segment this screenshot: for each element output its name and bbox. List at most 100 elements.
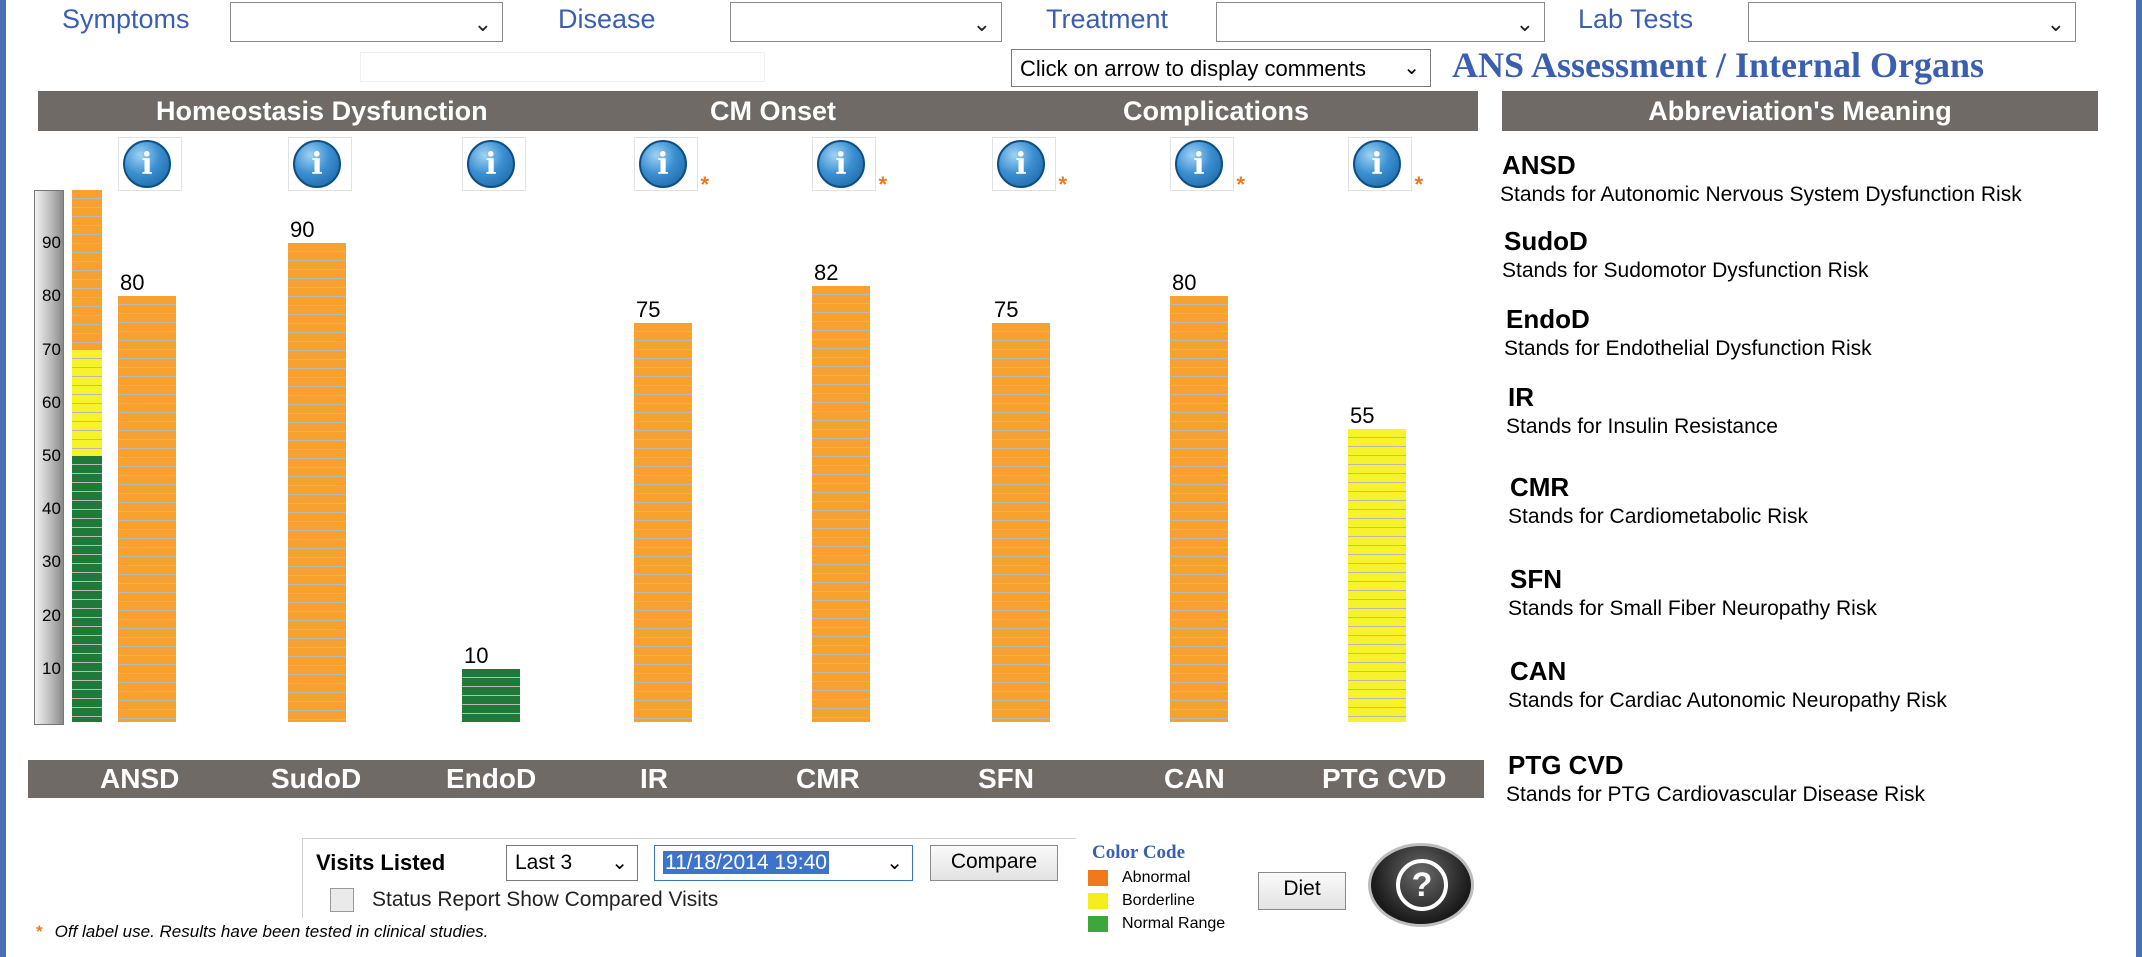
status-report-label: Status Report Show Compared Visits <box>372 888 719 911</box>
scale-borderline-strip <box>72 349 102 456</box>
info-icon <box>123 140 171 188</box>
info-icon <box>293 140 341 188</box>
visit-date-value: 11/18/2014 19:40 <box>663 851 829 874</box>
chevron-down-icon: ⌄ <box>611 852 628 874</box>
section-header-bar: Homeostasis Dysfunction CM Onset Complic… <box>38 91 1478 131</box>
bar-value-label: 80 <box>120 270 145 296</box>
abbreviation-code: EndoD <box>1506 304 1590 334</box>
bar-ir <box>634 323 692 722</box>
category-footer-bar: ANSD SudoD EndoD IR CMR SFN CAN PTG CVD <box>28 760 1484 798</box>
legend-label: Borderline <box>1122 892 1195 909</box>
scale-tick-label: 10 <box>42 658 61 678</box>
chevron-down-icon: ⌄ <box>2046 11 2065 36</box>
help-button[interactable]: ? <box>1368 843 1474 927</box>
bar-value-label: 75 <box>994 297 1019 322</box>
bar-value-label: 75 <box>636 297 661 322</box>
info-button-sfn[interactable]: * <box>992 137 1067 197</box>
scale-tick-label: 70 <box>42 339 61 359</box>
abbreviation-description: Stands for Cardiometabolic Risk <box>1508 505 1808 528</box>
treatment-dropdown[interactable]: ⌄ <box>1216 2 1545 42</box>
asterisk-icon: * <box>1058 172 1067 197</box>
category-label-ptg-cvd: PTG CVD <box>1322 763 1447 794</box>
category-label-can: CAN <box>1164 763 1225 794</box>
info-icon <box>997 140 1045 188</box>
disease-label: Disease <box>558 4 656 34</box>
scale-tick-label: 80 <box>42 286 61 306</box>
abbreviation-description: Stands for Small Fiber Neuropathy Risk <box>1508 597 1877 620</box>
abbreviation-code: SudoD <box>1504 226 1588 256</box>
legend-label: Normal Range <box>1122 915 1226 932</box>
asterisk-icon: * <box>878 172 887 197</box>
asterisk-icon: * <box>1236 172 1245 197</box>
info-button-ansd[interactable] <box>118 137 182 191</box>
visits-count-value: Last 3 <box>515 851 573 874</box>
section-cm-onset: CM Onset <box>710 96 837 126</box>
bar-sudod <box>288 243 346 722</box>
section-complications: Complications <box>1123 96 1310 126</box>
blank-field <box>360 52 765 82</box>
bar-value-label: 90 <box>290 217 315 243</box>
abbreviation-code: SFN <box>1510 564 1562 594</box>
bar-value-label: 10 <box>464 642 489 668</box>
off-label-text: Off label use. Results have been tested … <box>54 922 489 941</box>
section-homeostasis: Homeostasis Dysfunction <box>156 96 488 126</box>
scale-tick-label: 30 <box>42 552 61 572</box>
legend-swatch <box>1088 870 1108 886</box>
bar-value-label: 80 <box>1172 270 1197 296</box>
disease-dropdown[interactable]: ⌄ <box>730 2 1002 42</box>
question-icon: ? <box>1396 859 1448 911</box>
category-label-endod: EndoD <box>446 763 537 794</box>
bar-cmr <box>812 285 870 722</box>
category-label-sudod: SudoD <box>271 763 362 794</box>
abbreviation-code: PTG CVD <box>1508 750 1624 780</box>
bar-ptg-cvd <box>1348 429 1406 722</box>
chevron-down-icon: ⌄ <box>886 852 903 874</box>
scale-tick-label: 50 <box>42 446 61 465</box>
asterisk-icon: * <box>1414 172 1423 197</box>
info-button-sudod[interactable] <box>288 137 352 191</box>
comments-dropdown[interactable]: Click on arrow to display comments ⌄ <box>1011 49 1431 87</box>
lab-tests-label: Lab Tests <box>1578 4 1694 34</box>
category-label-sfn: SFN <box>978 763 1034 794</box>
symptoms-label: Symptoms <box>62 4 190 34</box>
scale-normal-strip <box>72 456 102 722</box>
chevron-down-icon: ⌄ <box>473 11 492 36</box>
status-report-checkbox[interactable] <box>330 888 354 912</box>
abbreviation-code: CMR <box>1510 472 1570 502</box>
abbreviation-description: Stands for Sudomotor Dysfunction Risk <box>1502 259 1869 282</box>
category-label-cmr: CMR <box>796 763 860 794</box>
bar-value-label: 82 <box>814 259 839 285</box>
info-button-can[interactable]: * <box>1170 137 1245 197</box>
diet-button[interactable]: Diet <box>1258 872 1346 910</box>
scale-tick-label: 40 <box>42 499 61 519</box>
bar-can <box>1170 296 1228 722</box>
info-button-ir[interactable]: * <box>634 137 709 197</box>
lab-tests-dropdown[interactable]: ⌄ <box>1748 2 2076 42</box>
abbreviation-description: Stands for Cardiac Autonomic Neuropathy … <box>1508 689 1947 712</box>
info-icon <box>817 140 865 188</box>
abbreviation-header: Abbreviation's Meaning <box>1502 91 2098 131</box>
compare-button[interactable]: Compare <box>930 845 1058 881</box>
abbreviation-description: Stands for PTG Cardiovascular Disease Ri… <box>1506 783 1925 806</box>
scale-tick-label: 90 <box>42 233 61 253</box>
visits-listed-label: Visits Listed <box>316 850 446 875</box>
info-button-cmr[interactable]: * <box>812 137 887 197</box>
bar-sfn <box>992 323 1050 722</box>
symptoms-dropdown[interactable]: ⌄ <box>230 2 503 42</box>
category-label-ir: IR <box>640 763 668 794</box>
page-title: ANS Assessment / Internal Organs <box>1452 45 1985 85</box>
chevron-down-icon: ⌄ <box>1515 11 1534 36</box>
info-icon <box>1175 140 1223 188</box>
bar-ansd <box>118 296 176 722</box>
info-icon <box>639 140 687 188</box>
chevron-down-icon: ⌄ <box>972 11 991 36</box>
visit-date-dropdown[interactable]: 11/18/2014 19:40 ⌄ <box>654 845 913 881</box>
legend-swatch <box>1088 893 1108 909</box>
visits-count-dropdown[interactable]: Last 3 ⌄ <box>506 845 638 881</box>
info-button-ptg-cvd[interactable]: * <box>1348 137 1423 197</box>
abbreviation-code: IR <box>1508 382 1534 412</box>
info-button-endod[interactable] <box>462 137 526 191</box>
legend-label: Abnormal <box>1122 869 1191 886</box>
abbreviation-code: CAN <box>1510 656 1567 686</box>
scale-tick-label: 60 <box>42 392 61 412</box>
